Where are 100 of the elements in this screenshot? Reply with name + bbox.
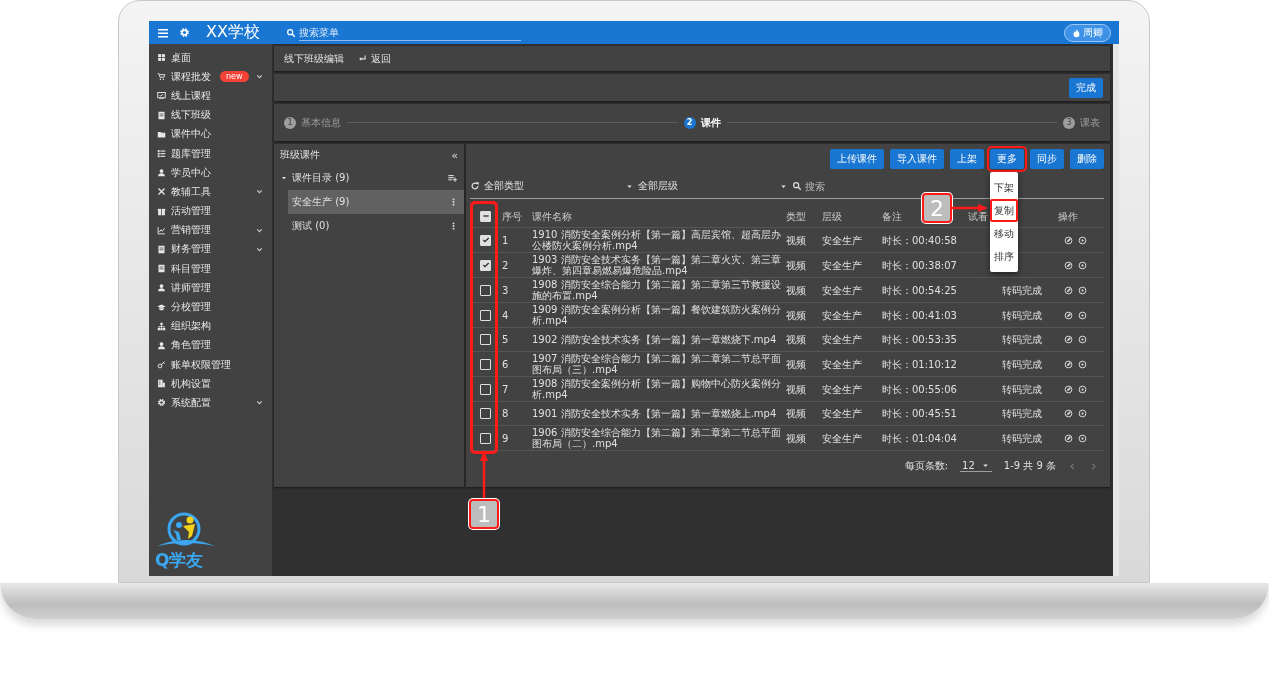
- sidebar-item[interactable]: 桌面: [149, 48, 272, 68]
- sidebar-item[interactable]: 活动管理: [149, 201, 272, 221]
- column-header: 课件名称: [531, 209, 573, 223]
- play-icon[interactable]: [1078, 433, 1087, 443]
- checkbox[interactable]: [480, 358, 491, 370]
- back-link[interactable]: 返回: [358, 51, 391, 66]
- checkbox[interactable]: [480, 334, 491, 345]
- edit-icon[interactable]: [1064, 235, 1073, 245]
- sidebar-item[interactable]: 线上课程: [149, 86, 272, 106]
- edit-icon[interactable]: [1064, 409, 1073, 418]
- edit-icon[interactable]: [1064, 260, 1073, 270]
- table-cell-text: 安全生产: [821, 233, 863, 247]
- sidebar-label: 分校管理: [171, 300, 211, 315]
- sidebar-item[interactable]: 分校管理: [149, 297, 272, 317]
- page-size-select[interactable]: 12: [960, 460, 992, 472]
- step-number: 1: [284, 116, 296, 129]
- edit-icon[interactable]: [1064, 335, 1073, 344]
- toolbar-button[interactable]: 上传课件: [830, 149, 884, 169]
- sidebar-item[interactable]: 角色管理: [149, 335, 272, 355]
- play-icon[interactable]: [1078, 384, 1087, 394]
- checkbox[interactable]: [480, 210, 491, 222]
- scrollbar[interactable]: [1113, 44, 1119, 576]
- menu-item[interactable]: 复制: [990, 199, 1018, 222]
- collapse-button[interactable]: «: [451, 148, 458, 162]
- toolbar-button[interactable]: 同步: [1030, 149, 1064, 169]
- checkbox[interactable]: [480, 432, 491, 444]
- search-icon: [792, 181, 802, 191]
- refresh-icon[interactable]: [470, 181, 480, 191]
- list-icon: [157, 149, 166, 159]
- table-cell-text: 3: [501, 283, 510, 297]
- person-icon: [157, 340, 166, 350]
- page-range: 1-9 共 9 条: [1003, 459, 1056, 473]
- table-cell-text: 安全生产: [821, 357, 863, 371]
- sidebar-item[interactable]: 营销管理: [149, 220, 272, 240]
- sidebar-item[interactable]: 教辅工具: [149, 182, 272, 202]
- cart-icon: [157, 72, 166, 82]
- checkbox[interactable]: [480, 284, 491, 296]
- toolbar-button[interactable]: 导入课件: [890, 149, 944, 169]
- step[interactable]: 2 课件: [683, 115, 721, 130]
- menu-icon[interactable]: [157, 26, 169, 39]
- edit-icon[interactable]: [1064, 359, 1073, 369]
- sidebar-item[interactable]: 线下班级: [149, 105, 272, 125]
- table-cell-text: 1906 消防安全综合能力【第二篇】第二章第二节总平面图布局（二）.mp4: [531, 426, 782, 450]
- checkbox[interactable]: [480, 259, 491, 271]
- table-cell-text: 1910 消防安全案例分析【第一篇】高层宾馆、超高层办公楼防火案例分析.mp4: [531, 228, 782, 252]
- folder-label[interactable]: 课件目录 (9): [292, 171, 350, 185]
- return-arrow-icon: [358, 54, 367, 63]
- sidebar-item[interactable]: 课件中心: [149, 124, 272, 144]
- column-header: 层级: [821, 209, 843, 223]
- sidebar-item[interactable]: 机构设置: [149, 374, 272, 394]
- folder-item[interactable]: 安全生产 (9): [288, 190, 464, 214]
- sidebar-item[interactable]: 学员中心: [149, 163, 272, 183]
- step[interactable]: 3 课表: [1063, 115, 1100, 130]
- sidebar-item[interactable]: 科目管理: [149, 259, 272, 279]
- checkbox[interactable]: [480, 309, 491, 321]
- sidebar-label: 组织架构: [171, 319, 211, 334]
- column-header: 序号: [501, 209, 523, 223]
- menu-item[interactable]: 排序: [990, 245, 1018, 268]
- edit-icon[interactable]: [1064, 433, 1073, 443]
- sidebar-item[interactable]: 系统配置: [149, 393, 272, 413]
- toolbar-button[interactable]: 删除: [1070, 149, 1104, 169]
- document-icon: [157, 110, 166, 120]
- menu-item[interactable]: 移动: [990, 222, 1018, 245]
- sidebar-item[interactable]: 账单权限管理: [149, 355, 272, 375]
- play-icon[interactable]: [1078, 235, 1087, 245]
- edit-icon[interactable]: [1064, 384, 1073, 394]
- table-cell-text: 视频: [785, 308, 807, 322]
- table-cell-text: 安全生产: [821, 382, 863, 396]
- play-icon[interactable]: [1078, 310, 1087, 320]
- settings-icon[interactable]: [179, 27, 190, 38]
- menu-item[interactable]: 下架: [990, 176, 1018, 199]
- sidebar-item[interactable]: 课程批发 new: [149, 67, 272, 87]
- level-select[interactable]: 全部层级: [638, 179, 788, 193]
- step[interactable]: 1 基本信息: [284, 115, 341, 130]
- caret-down-icon[interactable]: [280, 174, 288, 182]
- column-header: 备注: [881, 209, 903, 223]
- edit-icon[interactable]: [1064, 310, 1073, 320]
- type-select[interactable]: 全部类型: [484, 179, 634, 193]
- sidebar-item[interactable]: 题库管理: [149, 143, 272, 164]
- play-icon[interactable]: [1078, 285, 1087, 295]
- toolbar-button[interactable]: 上架: [950, 149, 984, 169]
- sidebar-label: 桌面: [171, 50, 191, 65]
- sidebar-item[interactable]: 讲师管理: [149, 278, 272, 298]
- folder-item[interactable]: 测试 (0): [288, 214, 464, 238]
- checkbox[interactable]: [480, 383, 491, 395]
- search-field[interactable]: 搜索: [805, 180, 952, 192]
- play-icon[interactable]: [1078, 359, 1087, 369]
- play-icon[interactable]: [1078, 409, 1087, 418]
- checkbox[interactable]: [480, 234, 491, 246]
- edit-icon[interactable]: [1064, 285, 1073, 295]
- play-icon[interactable]: [1078, 260, 1087, 270]
- search-field[interactable]: 搜索菜单: [298, 24, 521, 41]
- sidebar-item[interactable]: 组织架构: [149, 316, 272, 336]
- sidebar-item[interactable]: 财务管理: [149, 239, 272, 260]
- step-number: 3: [1063, 116, 1075, 129]
- done-button[interactable]: 完成: [1069, 77, 1103, 98]
- more-button[interactable]: 更多: [990, 149, 1024, 169]
- playlist-add-icon[interactable]: [447, 173, 458, 183]
- checkbox[interactable]: [480, 408, 491, 419]
- play-icon[interactable]: [1078, 335, 1087, 344]
